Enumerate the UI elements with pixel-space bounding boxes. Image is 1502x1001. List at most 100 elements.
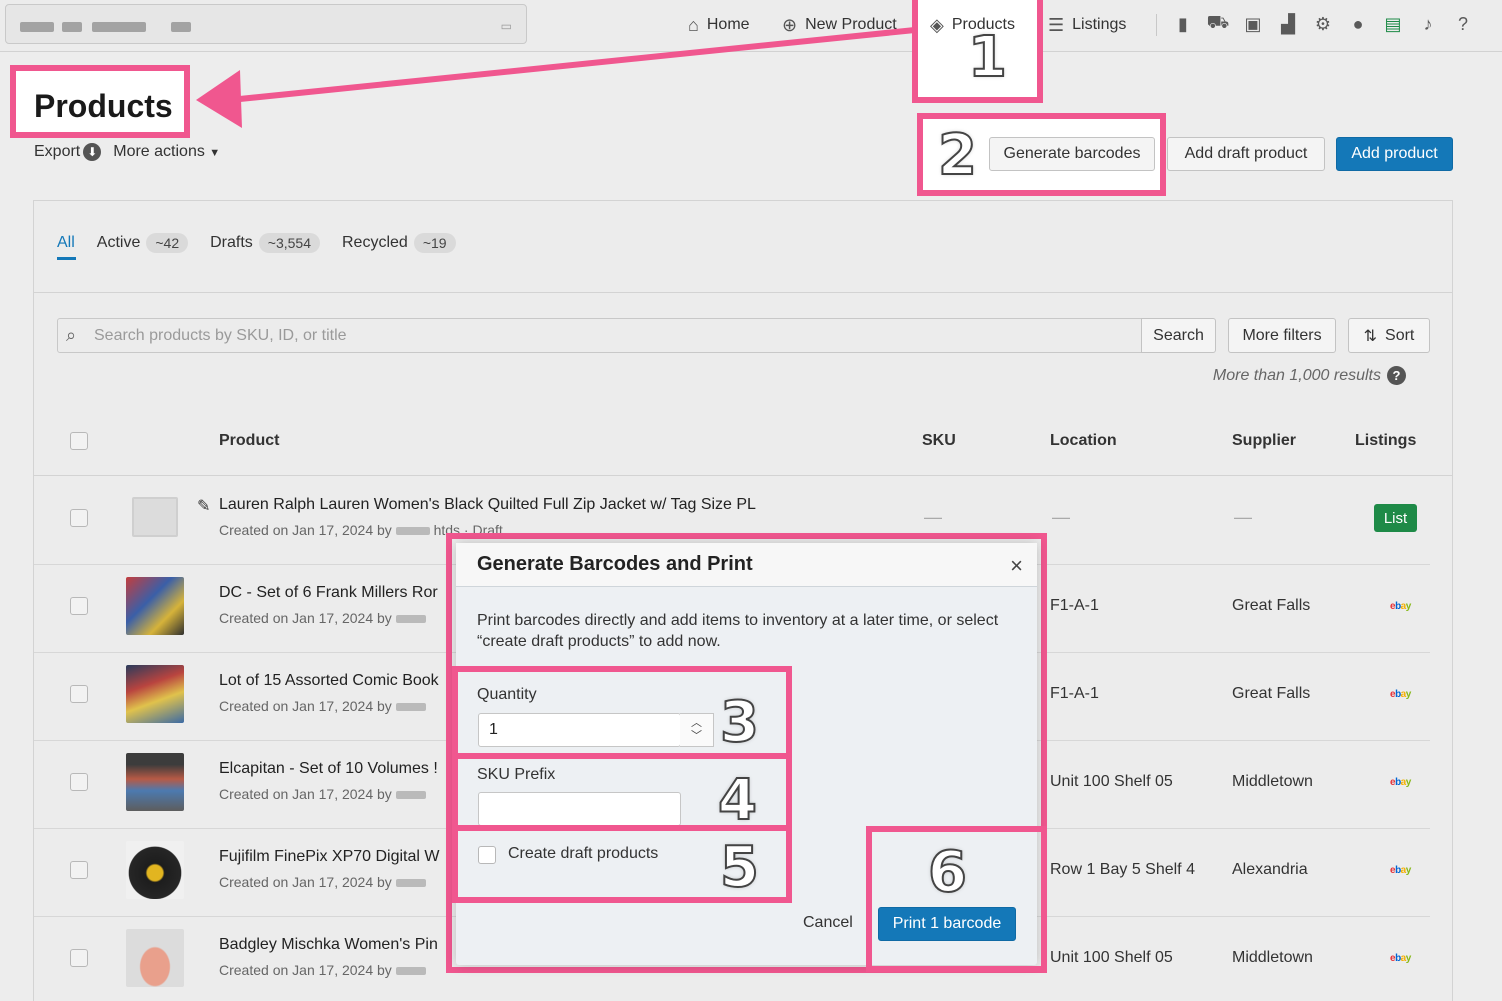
product-thumbnail[interactable]: [126, 929, 184, 987]
supplier-value: Middletown: [1232, 949, 1313, 966]
print-barcode-button[interactable]: Print 1 barcode: [878, 907, 1016, 941]
help-icon[interactable]: ?: [1387, 366, 1406, 385]
blurred-text: [395, 703, 426, 712]
more-filters-button[interactable]: More filters: [1228, 318, 1336, 353]
caret-down-icon: ▼: [209, 147, 221, 159]
column-header-product[interactable]: Product: [219, 432, 279, 450]
ebay-logo-icon[interactable]: ebay: [1390, 953, 1411, 964]
create-draft-checkbox[interactable]: [478, 846, 496, 864]
column-header-sku[interactable]: SKU: [922, 432, 956, 450]
sort-button[interactable]: ⇅ Sort: [1348, 318, 1430, 353]
count-badge: ~42: [146, 233, 189, 253]
product-thumbnail[interactable]: [126, 753, 184, 811]
location-value: —: [1052, 507, 1070, 527]
sku-prefix-label: SKU Prefix: [477, 766, 556, 783]
modal-header: Generate Barcodes and Print ×: [456, 543, 1037, 587]
annotation-number-2: 2: [937, 123, 978, 188]
annotation-number-5: 5: [719, 835, 760, 900]
quantity-label: Quantity: [477, 686, 537, 703]
product-meta: Created on Jan 17, 2024 by: [219, 962, 426, 978]
cancel-button[interactable]: Cancel: [803, 914, 853, 932]
results-count: More than 1,000 results?: [1213, 366, 1406, 385]
row-checkbox[interactable]: [70, 685, 88, 703]
quantity-stepper[interactable]: ︿ ﹀: [680, 713, 714, 747]
tab-drafts[interactable]: Drafts ~3,554: [210, 231, 320, 255]
product-title[interactable]: Lot of 15 Assorted Comic Book: [219, 672, 439, 690]
column-header-location[interactable]: Location: [1050, 432, 1117, 450]
product-title[interactable]: Lauren Ralph Lauren Women's Black Quilte…: [219, 496, 756, 514]
column-header-listings[interactable]: Listings: [1355, 432, 1416, 450]
header-actions: Export ⬇ More actions ▼: [34, 143, 220, 161]
download-icon: ⬇: [83, 143, 102, 161]
tab-recycled[interactable]: Recycled ~19: [342, 231, 456, 255]
ebay-logo-icon[interactable]: ebay: [1390, 601, 1411, 612]
annotation-number-3: 3: [719, 690, 760, 755]
export-link[interactable]: Export ⬇: [34, 143, 102, 161]
chevron-down-icon[interactable]: ﹀: [691, 730, 702, 743]
supplier-value: Great Falls: [1232, 597, 1311, 614]
product-meta: Created on Jan 17, 2024 by: [219, 874, 426, 890]
product-title[interactable]: DC - Set of 6 Frank Millers Ror: [219, 584, 438, 602]
create-draft-label[interactable]: Create draft products: [508, 845, 658, 863]
blurred-text: [395, 879, 426, 888]
placeholder-image-icon: [132, 497, 178, 537]
product-thumbnail[interactable]: [126, 577, 184, 635]
blurred-text: [395, 527, 430, 536]
location-value: Row 1 Bay 5 Shelf 4: [1050, 861, 1195, 878]
chevron-up-icon[interactable]: ︿: [691, 717, 702, 730]
product-thumbnail[interactable]: [126, 841, 184, 899]
blurred-text: [395, 791, 426, 800]
supplier-value: Alexandria: [1232, 861, 1308, 878]
product-title[interactable]: Fujifilm FinePix XP70 Digital W: [219, 848, 440, 866]
select-all-checkbox[interactable]: [70, 432, 88, 450]
annotation-number-4: 4: [717, 768, 758, 833]
divider: [34, 292, 1452, 293]
add-product-button[interactable]: Add product: [1336, 137, 1453, 171]
location-value: F1-A-1: [1050, 685, 1099, 702]
close-icon[interactable]: ×: [1010, 553, 1023, 579]
product-meta: Created on Jan 17, 2024 by: [219, 610, 426, 626]
generate-barcodes-button[interactable]: Generate barcodes: [989, 137, 1155, 171]
list-button[interactable]: List: [1374, 504, 1417, 532]
search-input[interactable]: [94, 326, 1094, 345]
location-value: Unit 100 Shelf 05: [1050, 773, 1173, 790]
product-title[interactable]: Elcapitan - Set of 10 Volumes !: [219, 760, 438, 778]
search-icon: ⌕: [66, 325, 77, 345]
product-meta: Created on Jan 17, 2024 by: [219, 698, 426, 714]
tab-all[interactable]: All: [57, 231, 75, 255]
product-title[interactable]: Badgley Mischka Women's Pin: [219, 936, 438, 954]
active-tab-indicator: [57, 257, 76, 260]
count-badge: ~19: [413, 233, 456, 253]
column-header-supplier[interactable]: Supplier: [1232, 432, 1296, 450]
product-thumbnail[interactable]: [126, 665, 184, 723]
ebay-logo-icon[interactable]: ebay: [1390, 865, 1411, 876]
blurred-text: [395, 967, 426, 976]
page-title: Products: [34, 88, 173, 124]
supplier-value: Great Falls: [1232, 685, 1311, 702]
count-badge: ~3,554: [258, 233, 320, 253]
tab-active[interactable]: Active ~42: [97, 231, 189, 255]
status-tabs: All Active ~42 Drafts ~3,554 Recycled ~19: [57, 231, 456, 255]
annotation-number-6: 6: [927, 840, 968, 905]
ebay-logo-icon[interactable]: ebay: [1390, 689, 1411, 700]
row-checkbox[interactable]: [70, 861, 88, 879]
quantity-input[interactable]: 1: [478, 713, 681, 747]
search-button[interactable]: Search: [1141, 318, 1216, 353]
location-value: Unit 100 Shelf 05: [1050, 949, 1173, 966]
row-checkbox[interactable]: [70, 597, 88, 615]
add-draft-product-button[interactable]: Add draft product: [1167, 137, 1325, 171]
sku-value: —: [924, 507, 942, 527]
row-checkbox[interactable]: [70, 773, 88, 791]
edit-icon[interactable]: ✎: [197, 496, 210, 516]
search-bar: ⌕: [57, 318, 1142, 353]
ebay-logo-icon[interactable]: ebay: [1390, 777, 1411, 788]
blurred-text: [395, 615, 426, 624]
modal-title: Generate Barcodes and Print: [477, 553, 753, 575]
table-header: Product SKU Location Supplier Listings: [34, 420, 1452, 476]
supplier-value: Middletown: [1232, 773, 1313, 790]
sku-prefix-input[interactable]: [478, 792, 681, 826]
row-checkbox[interactable]: [70, 509, 88, 527]
row-checkbox[interactable]: [70, 949, 88, 967]
supplier-value: —: [1234, 507, 1252, 527]
more-actions-dropdown[interactable]: More actions ▼: [113, 143, 220, 161]
